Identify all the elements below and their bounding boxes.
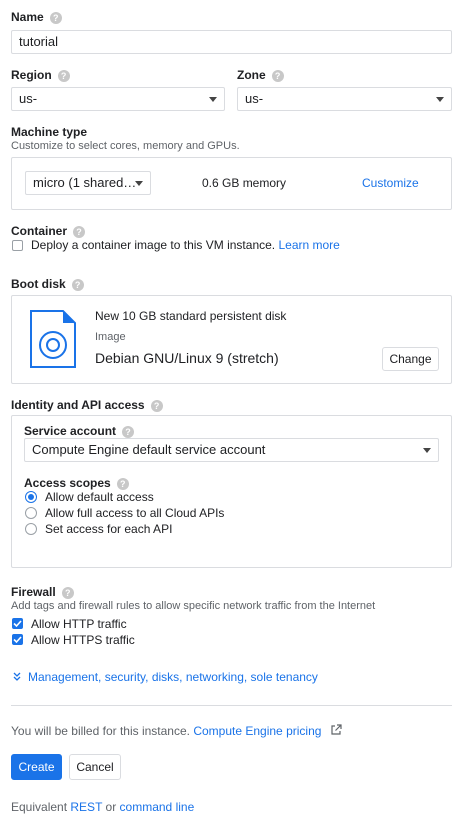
help-icon[interactable]: ? [71, 278, 84, 291]
chevron-down-icon [436, 97, 444, 102]
machine-type-value: micro (1 shared… [33, 175, 137, 190]
help-icon[interactable]: ? [150, 399, 163, 412]
container-checkbox[interactable] [12, 240, 23, 251]
image-value: Debian GNU/Linux 9 (stretch) [95, 350, 279, 366]
disk-icon [29, 309, 77, 369]
chevron-down-icon [209, 97, 217, 102]
check-icon [13, 636, 22, 644]
help-icon[interactable]: ? [122, 425, 135, 438]
check-icon [13, 620, 22, 628]
boot-disk-label: Boot disk? [11, 277, 84, 291]
divider [11, 705, 452, 706]
help-icon[interactable]: ? [49, 11, 62, 24]
http-label: Allow HTTP traffic [31, 617, 127, 631]
help-icon[interactable]: ? [57, 69, 70, 82]
scope-label-default: Allow default access [45, 490, 154, 504]
service-account-select[interactable]: Compute Engine default service account [24, 438, 439, 462]
region-label: Region? [11, 68, 70, 82]
region-select[interactable]: us- [11, 87, 225, 111]
machine-type-select[interactable]: micro (1 shared… [25, 171, 151, 195]
zone-select[interactable]: us- [237, 87, 452, 111]
service-account-label: Service account? [24, 424, 135, 438]
change-button[interactable]: Change [382, 347, 439, 371]
chevron-down-icon [135, 181, 143, 186]
rest-link[interactable]: REST [70, 800, 102, 814]
service-account-value: Compute Engine default service account [32, 442, 266, 457]
machine-type-panel: micro (1 shared… 0.6 GB memory Customize [11, 157, 452, 210]
help-icon[interactable]: ? [73, 225, 86, 238]
equivalent-or: or [105, 800, 117, 814]
help-icon[interactable]: ? [271, 69, 284, 82]
chevron-double-down-icon [12, 671, 22, 686]
learn-more-link[interactable]: Learn more [278, 238, 339, 252]
http-checkbox[interactable] [12, 618, 23, 629]
cancel-button[interactable]: Cancel [69, 754, 121, 780]
firewall-label: Firewall? [11, 585, 74, 599]
create-button[interactable]: Create [11, 754, 62, 780]
name-label: Name? [11, 10, 62, 24]
image-label: Image [95, 331, 126, 343]
boot-disk-panel: New 10 GB standard persistent disk Image… [11, 295, 452, 384]
boot-disk-title: New 10 GB standard persistent disk [95, 309, 287, 323]
access-scopes-label: Access scopes? [24, 476, 129, 490]
https-label: Allow HTTPS traffic [31, 633, 135, 647]
help-icon[interactable]: ? [116, 477, 129, 490]
scope-radio-default[interactable] [25, 491, 37, 503]
command-line-link[interactable]: command line [120, 800, 195, 814]
zone-value: us- [245, 91, 264, 106]
scope-radio-full[interactable] [25, 507, 37, 519]
customize-link[interactable]: Customize [362, 176, 419, 190]
scope-label-full: Allow full access to all Cloud APIs [45, 506, 225, 520]
management-link[interactable]: Management, security, disks, networking,… [28, 670, 318, 684]
firewall-subtitle: Add tags and firewall rules to allow spe… [11, 600, 376, 612]
identity-panel: Service account? Compute Engine default … [11, 415, 452, 568]
container-checkbox-label: Deploy a container image to this VM inst… [31, 238, 276, 252]
machine-type-subtitle: Customize to select cores, memory and GP… [11, 140, 240, 152]
billing-text: You will be billed for this instance. Co… [11, 724, 321, 738]
region-value: us- [19, 91, 38, 106]
zone-label: Zone? [237, 68, 284, 82]
machine-type-label: Machine type [11, 125, 88, 139]
scope-radio-each[interactable] [25, 523, 37, 535]
container-label: Container? [11, 224, 86, 238]
billing-note: You will be billed for this instance. [11, 724, 190, 738]
scope-label-each: Set access for each API [45, 522, 173, 536]
memory-text: 0.6 GB memory [202, 176, 287, 190]
open-external-icon[interactable] [330, 724, 342, 739]
equivalent-line: Equivalent REST or command line [11, 800, 194, 814]
identity-label: Identity and API access? [11, 398, 163, 412]
container-text: Deploy a container image to this VM inst… [31, 238, 340, 252]
name-input[interactable]: tutorial [11, 30, 452, 54]
chevron-down-icon [423, 448, 431, 453]
https-checkbox[interactable] [12, 634, 23, 645]
pricing-link[interactable]: Compute Engine pricing [193, 724, 321, 738]
equivalent-prefix: Equivalent [11, 800, 68, 814]
help-icon[interactable]: ? [61, 586, 74, 599]
